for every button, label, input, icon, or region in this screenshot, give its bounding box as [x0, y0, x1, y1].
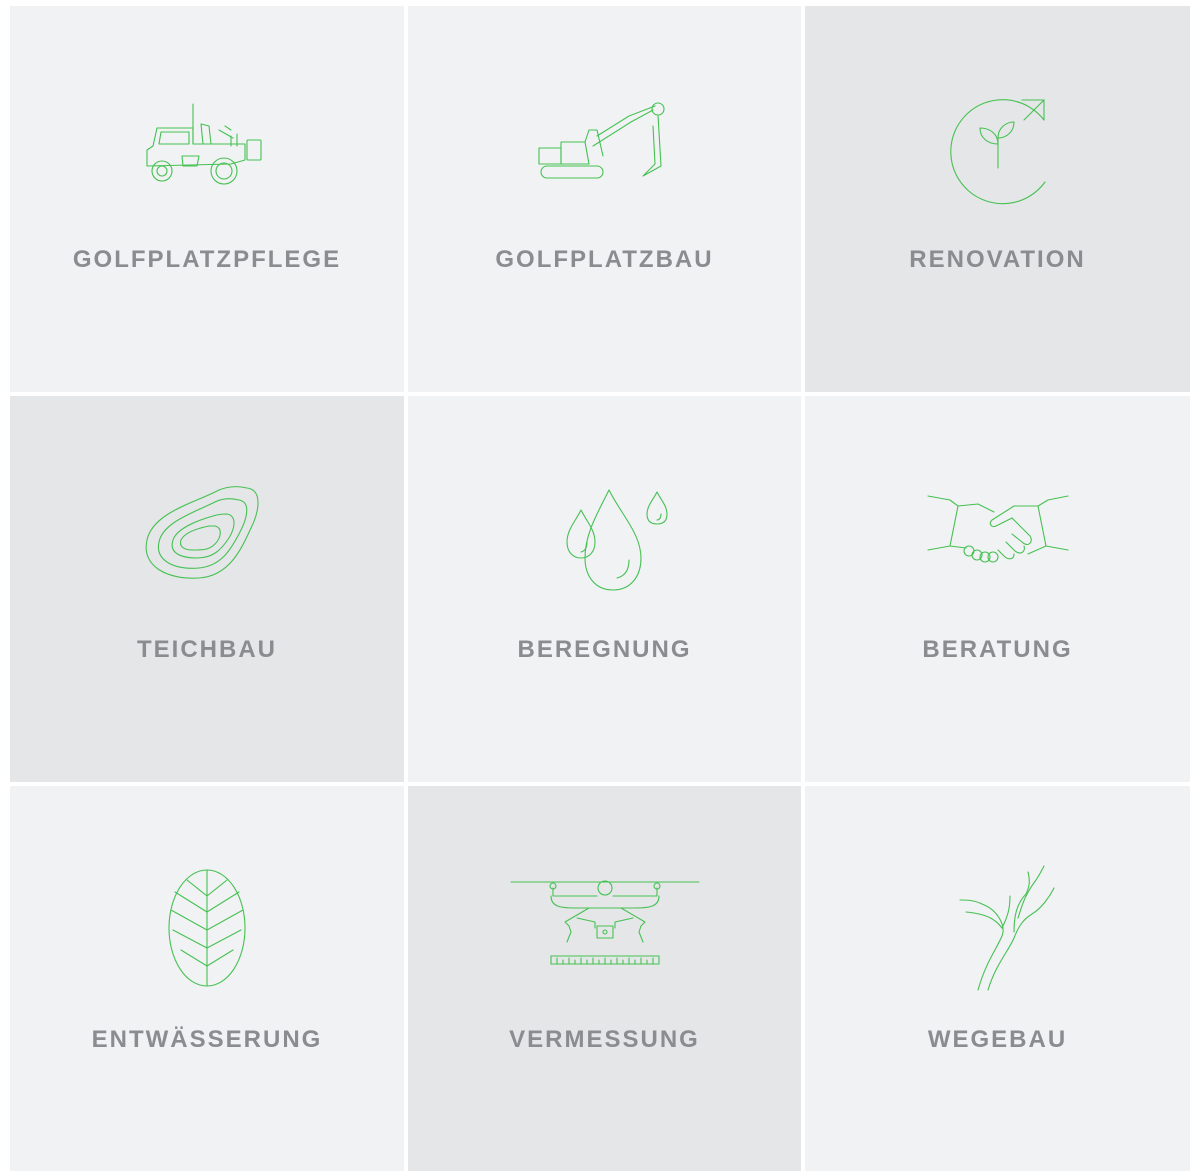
tile-vermessung[interactable]: VERMESSUNG: [406, 784, 803, 1173]
survey-drone-icon: [509, 866, 700, 986]
mower-tractor-icon: [127, 86, 287, 206]
tile-beregnung[interactable]: BEREGNUNG: [406, 394, 803, 784]
tile-renovation[interactable]: RENOVATION: [803, 4, 1192, 394]
sprout-refresh-icon: [918, 86, 1078, 206]
excavator-icon: [525, 86, 685, 206]
branching-path-icon: [918, 865, 1078, 991]
water-drops-icon: [525, 476, 685, 596]
tile-entwaesserung[interactable]: ENTWÄSSERUNG: [8, 784, 406, 1173]
tile-label: RENOVATION: [909, 246, 1086, 273]
leaf-icon: [127, 866, 287, 987]
service-grid: GOLFPLATZPFLEGE GOLFPLATZBAU RENOVATION …: [8, 4, 1192, 1173]
tile-label: BEREGNUNG: [517, 636, 692, 663]
tile-label: ENTWÄSSERUNG: [91, 1026, 323, 1053]
contour-pond-icon: [127, 476, 287, 596]
tile-golfplatzbau[interactable]: GOLFPLATZBAU: [406, 4, 803, 394]
tile-label: WEGEBAU: [927, 1026, 1068, 1053]
handshake-icon: [918, 476, 1078, 596]
tile-wegebau[interactable]: WEGEBAU: [803, 784, 1192, 1173]
tile-label: BERATUNG: [922, 636, 1073, 663]
tile-label: VERMESSUNG: [509, 1026, 700, 1053]
tile-label: GOLFPLATZPFLEGE: [72, 246, 342, 273]
tile-beratung[interactable]: BERATUNG: [803, 394, 1192, 784]
tile-label: GOLFPLATZBAU: [495, 246, 714, 273]
tile-golfplatzpflege[interactable]: GOLFPLATZPFLEGE: [8, 4, 406, 394]
tile-teichbau[interactable]: TEICHBAU: [8, 394, 406, 784]
tile-label: TEICHBAU: [137, 636, 277, 663]
